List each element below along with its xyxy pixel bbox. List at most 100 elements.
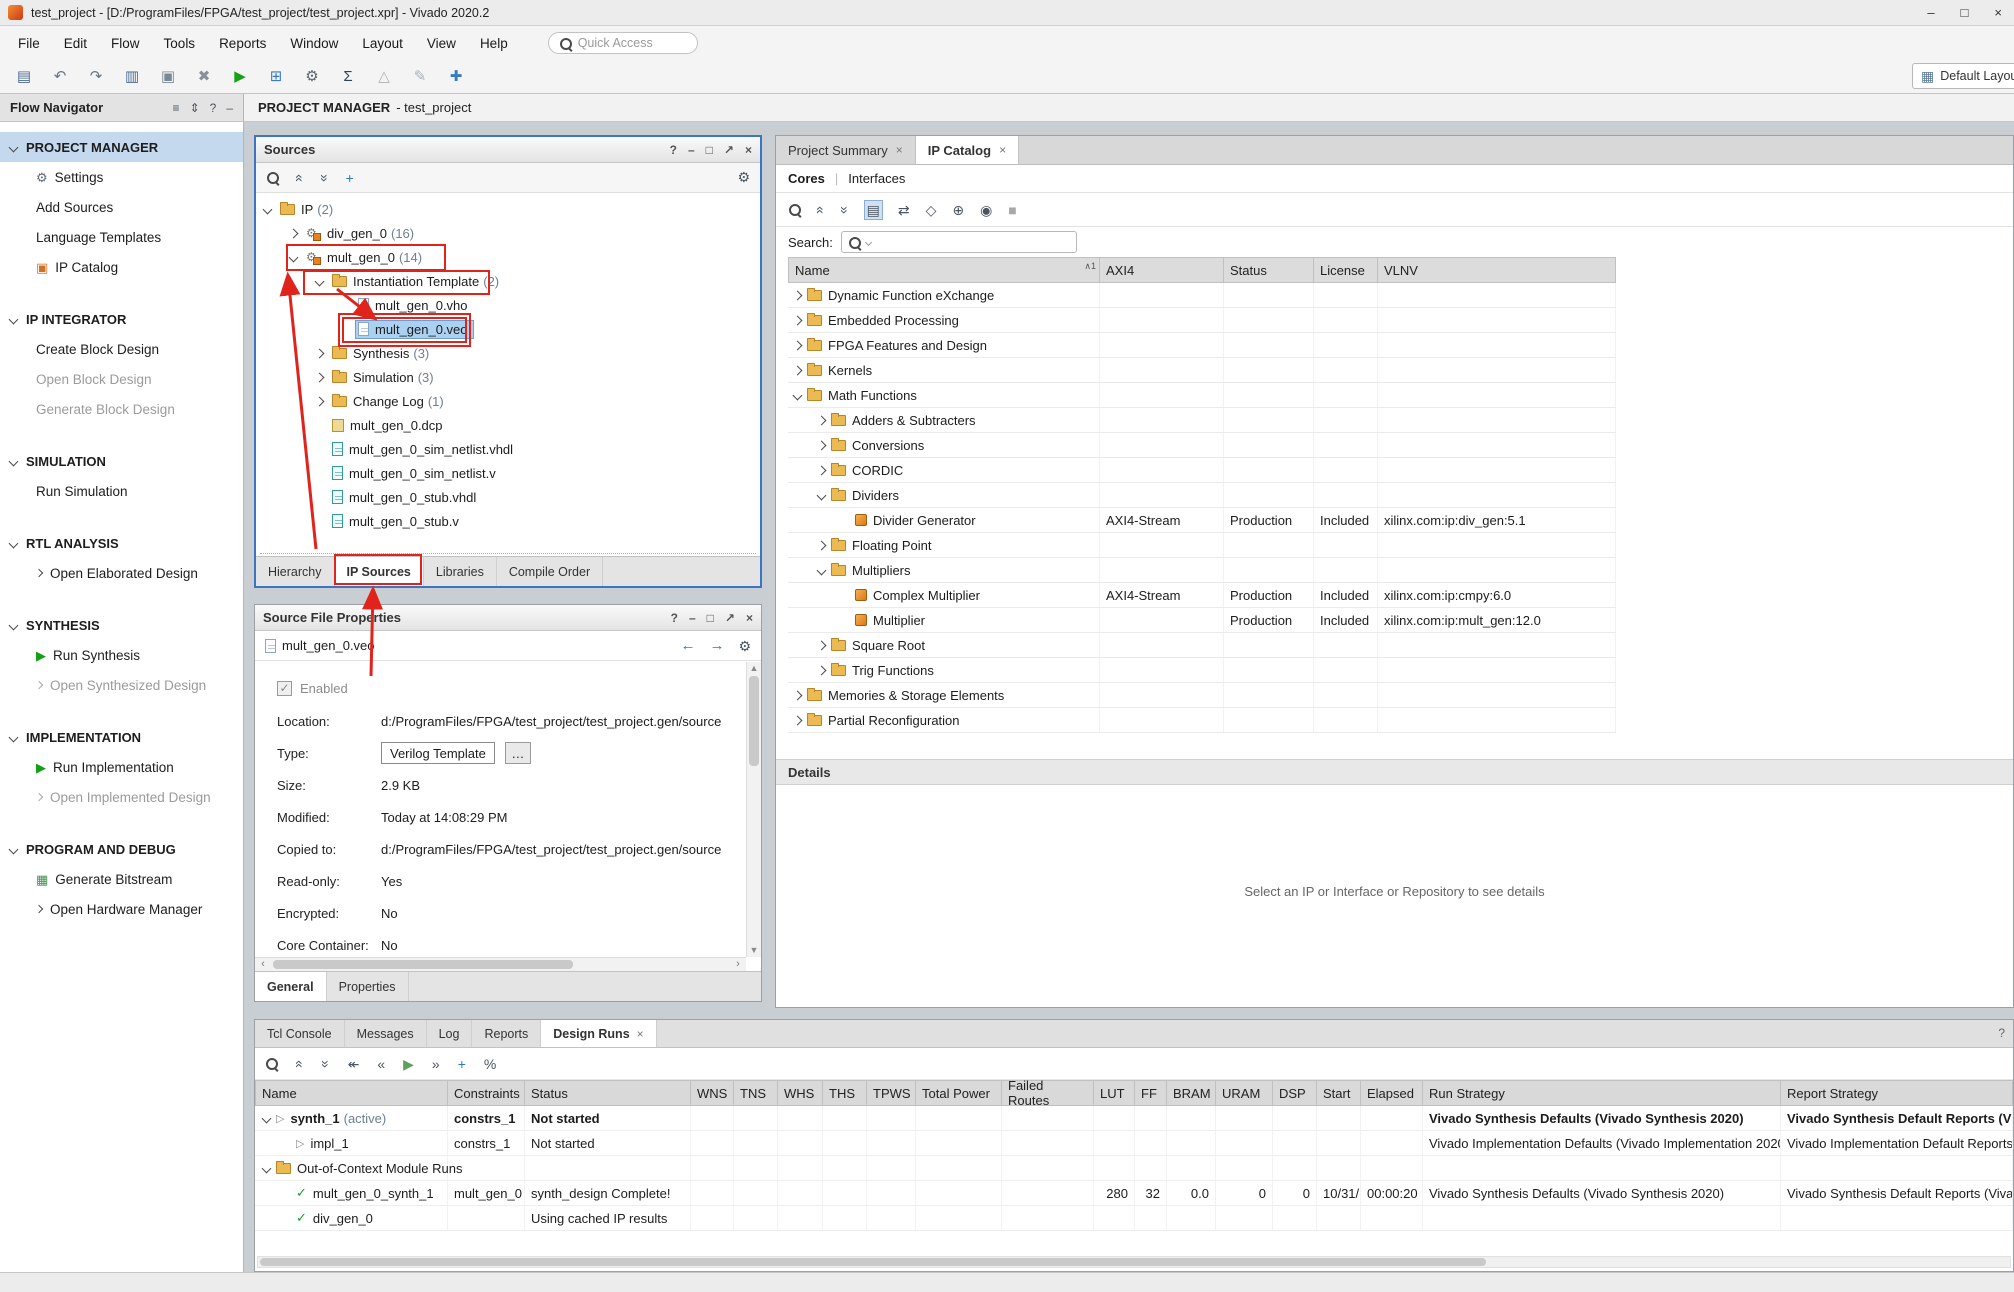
- report-icon[interactable]: ▥: [118, 64, 146, 90]
- column-header-wns[interactable]: WNS: [691, 1080, 734, 1106]
- column-header-run-strategy[interactable]: Run Strategy: [1423, 1080, 1781, 1106]
- add-sources-icon[interactable]: +: [346, 171, 354, 185]
- chevron-down-icon[interactable]: [262, 1113, 272, 1123]
- sources-tree-row-mult-gen-0-vho[interactable]: mult_gen_0.vho: [256, 293, 760, 317]
- create-runs-icon[interactable]: +: [458, 1057, 466, 1071]
- column-header-ths[interactable]: THS: [823, 1080, 867, 1106]
- quick-access-search[interactable]: Quick Access: [548, 32, 698, 54]
- chevron-down-icon[interactable]: [817, 490, 827, 500]
- chevron-right-icon[interactable]: [817, 415, 827, 425]
- sources-tree-row-mult-gen-0-sim-netlist-vhdl[interactable]: mult_gen_0_sim_netlist.vhdl: [256, 437, 760, 461]
- type-combo[interactable]: Verilog Template: [381, 742, 495, 764]
- scrollbar-thumb[interactable]: [749, 676, 759, 766]
- catalog-row-embedded-processing[interactable]: Embedded Processing: [788, 308, 1616, 333]
- collapse-all-icon[interactable]: «: [293, 174, 307, 182]
- horizontal-scrollbar[interactable]: [257, 1256, 2011, 1268]
- sources-tree-row-mult-gen-0-stub-vhdl[interactable]: mult_gen_0_stub.vhdl: [256, 485, 760, 509]
- column-header-report-strategy[interactable]: Report Strategy: [1781, 1080, 2013, 1106]
- catalog-row-kernels[interactable]: Kernels: [788, 358, 1616, 383]
- column-header-tpws[interactable]: TPWS: [867, 1080, 916, 1106]
- help-icon[interactable]: ?: [671, 611, 678, 625]
- chevron-right-icon[interactable]: [817, 465, 827, 475]
- close-icon[interactable]: ×: [745, 143, 752, 157]
- sources-tree-row-ip[interactable]: IP(2): [256, 197, 760, 221]
- report-utilization-icon[interactable]: Σ: [334, 64, 362, 90]
- delete-icon[interactable]: ✖: [190, 64, 218, 90]
- column-header-ff[interactable]: FF: [1135, 1080, 1167, 1106]
- menu-help[interactable]: Help: [468, 31, 520, 55]
- menu-layout[interactable]: Layout: [350, 31, 415, 55]
- undo-icon[interactable]: ↶: [46, 64, 74, 90]
- help-icon[interactable]: ?: [210, 102, 217, 114]
- chevron-right-icon[interactable]: [35, 793, 43, 801]
- chevron-right-icon[interactable]: [793, 340, 803, 350]
- chevron-right-icon[interactable]: [35, 905, 43, 913]
- flownav-section-implementation[interactable]: IMPLEMENTATION: [0, 722, 243, 752]
- properties-tab-general[interactable]: General: [255, 972, 327, 1001]
- go-start-icon[interactable]: ↞: [348, 1057, 360, 1071]
- flownav-item-generate-bitstream[interactable]: ▦Generate Bitstream: [0, 864, 243, 894]
- copy-icon[interactable]: ▣: [154, 64, 182, 90]
- save-icon[interactable]: ▤: [10, 64, 38, 90]
- view-tab-interfaces[interactable]: Interfaces: [848, 171, 905, 186]
- run-selected-icon[interactable]: ▶: [403, 1057, 414, 1071]
- chevron-down-icon[interactable]: [9, 732, 19, 742]
- flownav-item-open-elaborated-design[interactable]: Open Elaborated Design: [0, 558, 243, 588]
- flownav-section-simulation[interactable]: SIMULATION: [0, 446, 243, 476]
- menu-tools[interactable]: Tools: [152, 31, 208, 55]
- catalog-row-dynamic-function-exchange[interactable]: Dynamic Function eXchange: [788, 283, 1616, 308]
- flownav-item-run-implementation[interactable]: ▶Run Implementation: [0, 752, 243, 782]
- column-header-bram[interactable]: BRAM: [1167, 1080, 1216, 1106]
- chevron-right-icon[interactable]: [793, 690, 803, 700]
- chevron-down-icon[interactable]: [9, 844, 19, 854]
- bottom-tab-log[interactable]: Log: [427, 1020, 473, 1047]
- expand-all-icon[interactable]: »: [318, 174, 332, 182]
- run-row-impl-1[interactable]: ▷impl_1constrs_1Not startedVivado Implem…: [255, 1131, 2013, 1156]
- chevron-right-icon[interactable]: [35, 569, 43, 577]
- column-header-whs[interactable]: WHS: [778, 1080, 823, 1106]
- sources-tab-ip-sources[interactable]: IP Sources: [335, 557, 424, 586]
- chevron-down-icon[interactable]: [9, 620, 19, 630]
- catalog-row-multiplier[interactable]: MultiplierProductionIncludedxilinx.com:i…: [788, 608, 1616, 633]
- minimize-button[interactable]: –: [1927, 5, 1934, 20]
- percent-utilization-icon[interactable]: %: [484, 1057, 496, 1071]
- help-icon[interactable]: ?: [1998, 1026, 2005, 1040]
- run-row-out-of-context-module-runs[interactable]: Out-of-Context Module Runs: [255, 1156, 2013, 1181]
- flownav-item-add-sources[interactable]: Add Sources: [0, 192, 243, 222]
- column-header-name[interactable]: Name∧1: [788, 257, 1100, 283]
- column-header-dsp[interactable]: DSP: [1273, 1080, 1317, 1106]
- column-header-name[interactable]: Name: [255, 1080, 448, 1106]
- sources-tree-row-mult-gen-0-sim-netlist-v[interactable]: mult_gen_0_sim_netlist.v: [256, 461, 760, 485]
- flownav-section-ip-integrator[interactable]: IP INTEGRATOR: [0, 304, 243, 334]
- settings-gear-icon[interactable]: ⚙: [298, 64, 326, 90]
- bottom-tab-reports[interactable]: Reports: [472, 1020, 541, 1047]
- customize-ip-icon[interactable]: ◇: [926, 203, 937, 217]
- properties-tab-properties[interactable]: Properties: [327, 972, 409, 1001]
- collapse-all-icon[interactable]: «: [293, 1060, 307, 1068]
- collapse-all-icon[interactable]: «: [814, 206, 828, 214]
- chevron-right-icon[interactable]: [793, 315, 803, 325]
- column-header-status[interactable]: Status: [1224, 257, 1314, 283]
- column-header-total-power[interactable]: Total Power: [916, 1080, 1002, 1106]
- view-tab-cores[interactable]: Cores: [788, 171, 825, 186]
- flownav-item-create-block-design[interactable]: Create Block Design: [0, 334, 243, 364]
- chevron-down-icon[interactable]: [263, 204, 273, 214]
- float-icon[interactable]: □: [706, 143, 713, 157]
- catalog-row-divider-generator[interactable]: Divider GeneratorAXI4-StreamProductionIn…: [788, 508, 1616, 533]
- chevron-right-icon[interactable]: [817, 665, 827, 675]
- chevron-right-icon[interactable]: [793, 290, 803, 300]
- sources-tree-row-mult-gen-0-dcp[interactable]: mult_gen_0.dcp: [256, 413, 760, 437]
- probe-icon[interactable]: ✚: [442, 64, 470, 90]
- catalog-search-input[interactable]: [841, 231, 1077, 253]
- stop-icon[interactable]: ■: [1008, 203, 1016, 217]
- doc-tab-ip-catalog[interactable]: IP Catalog×: [916, 136, 1019, 164]
- bottom-tab-messages[interactable]: Messages: [345, 1020, 427, 1047]
- scroll-right-icon[interactable]: ›: [730, 958, 746, 971]
- bottom-tab-tcl-console[interactable]: Tcl Console: [255, 1020, 345, 1047]
- column-header-constraints[interactable]: Constraints: [448, 1080, 525, 1106]
- chevron-right-icon[interactable]: [793, 715, 803, 725]
- maximize-button[interactable]: □: [1961, 5, 1969, 20]
- properties-panel-header[interactable]: Source File Properties ?–□↗×: [255, 605, 761, 631]
- run-icon[interactable]: ▶: [226, 64, 254, 90]
- menu-window[interactable]: Window: [278, 31, 350, 55]
